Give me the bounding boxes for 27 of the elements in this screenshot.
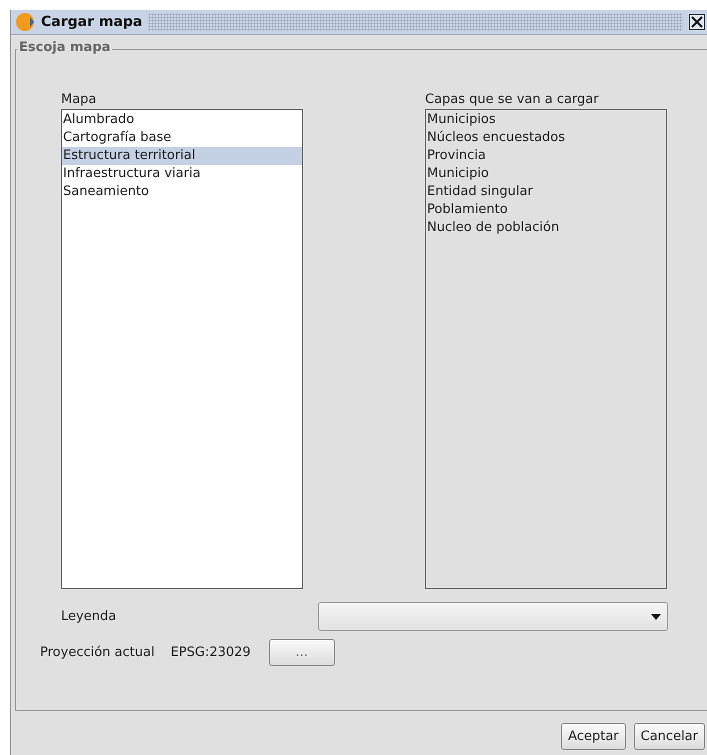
app-logo-icon <box>15 12 35 32</box>
map-list-item[interactable]: Estructura territorial <box>62 147 302 165</box>
group-title: Escoja mapa <box>17 40 112 55</box>
window-title: Cargar mapa <box>41 14 142 30</box>
map-list-label: Mapa <box>61 92 98 107</box>
dialog-button[interactable]: Cancelar <box>634 723 705 750</box>
map-list-item[interactable]: Alumbrado <box>62 111 302 129</box>
layers-list-label: Capas que se van a cargar <box>425 92 600 107</box>
layer-list-item: Nucleo de población <box>426 219 560 237</box>
browse-button[interactable]: ... <box>268 639 335 666</box>
map-list-item[interactable]: Saneamiento <box>62 183 302 201</box>
close-button[interactable] <box>689 14 705 30</box>
projection-label: Proyección actual <box>40 645 155 660</box>
projection-value: EPSG:23029 <box>170 645 251 660</box>
layer-list-item: Municipio <box>426 165 490 183</box>
legend-dropdown[interactable] <box>318 602 668 631</box>
dialog-button[interactable]: Aceptar <box>561 723 626 750</box>
layer-list-item: Municipios <box>426 111 497 129</box>
layer-list-item: Entidad singular <box>426 183 534 201</box>
layer-list-item: Provincia <box>426 147 487 165</box>
title-bar-grip[interactable] <box>148 13 683 31</box>
map-list-item[interactable]: Infraestructura viaria <box>62 165 302 183</box>
map-list-item[interactable]: Cartografía base <box>62 129 302 147</box>
caret-icon <box>651 614 661 620</box>
layer-list-item: Núcleos encuestados <box>426 129 566 147</box>
layer-list-item: Poblamiento <box>426 201 509 219</box>
legend-label: Leyenda <box>61 609 116 624</box>
